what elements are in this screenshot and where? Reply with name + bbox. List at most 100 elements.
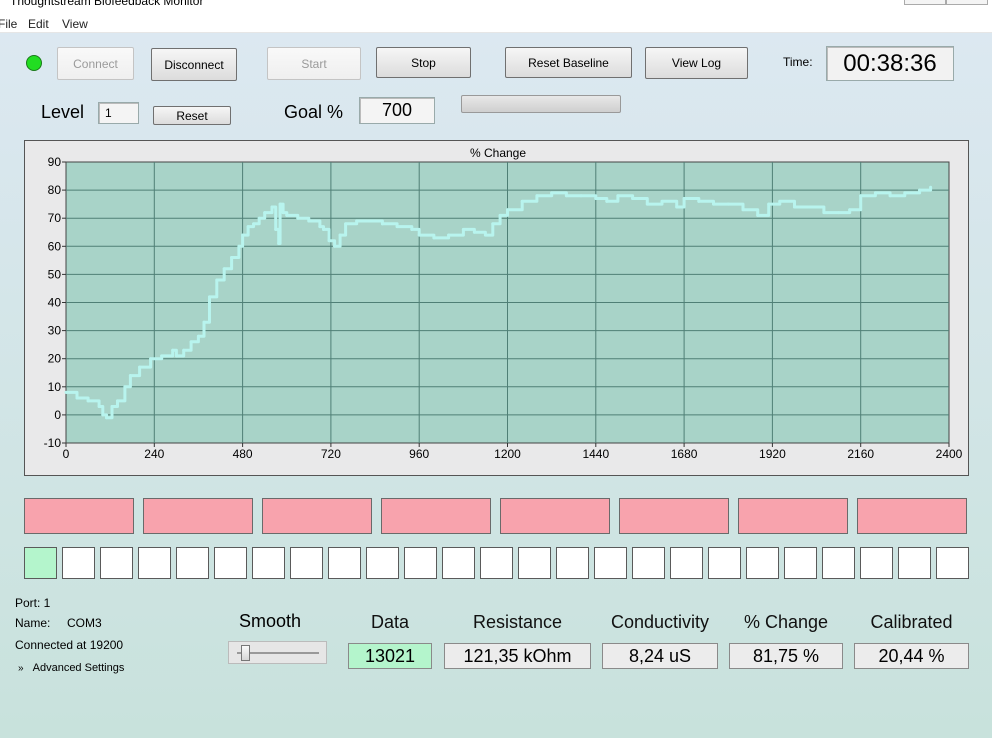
zone-indicator [738, 498, 848, 534]
data-point [822, 211, 826, 215]
data-point [605, 199, 609, 203]
progress-cell [746, 547, 779, 579]
zone-indicator [143, 498, 253, 534]
data-point [366, 219, 370, 223]
data-point [296, 216, 300, 220]
data-point [274, 227, 278, 231]
x-tick-label: 480 [233, 447, 253, 461]
zone-indicator [857, 498, 967, 534]
slider-thumb[interactable] [240, 645, 250, 661]
data-point [160, 354, 164, 358]
data-point [263, 211, 267, 215]
menu-file[interactable]: File [0, 17, 17, 31]
data-point [241, 233, 245, 237]
data-point [792, 205, 796, 209]
progress-cell [328, 547, 361, 579]
data-point [278, 202, 282, 206]
y-tick-label: -10 [44, 436, 62, 450]
data-point [491, 222, 495, 226]
data-point [873, 191, 877, 195]
minimize-button[interactable] [904, 0, 946, 5]
resistance-value: 121,35 kOhm [444, 643, 591, 669]
start-button[interactable]: Start [267, 47, 361, 80]
goal-progress-bar [461, 95, 621, 113]
title-bar: Thoughtstream Biofeedback Monitor [0, 0, 992, 14]
x-tick-label: 1680 [671, 447, 698, 461]
percent-change-label: % Change [743, 612, 829, 632]
data-point [174, 354, 178, 358]
progress-cell [632, 547, 665, 579]
data-point [535, 194, 539, 198]
data-point [848, 208, 852, 212]
zone-indicator [262, 498, 372, 534]
smooth-slider[interactable] [228, 641, 327, 664]
y-tick-label: 90 [48, 155, 62, 169]
data-point [285, 213, 289, 217]
progress-cell [442, 547, 475, 579]
data-point [594, 197, 598, 201]
progress-cell [214, 547, 247, 579]
level-reset-button[interactable]: Reset [153, 106, 231, 125]
data-point [380, 222, 384, 226]
level-label: Level [41, 102, 85, 122]
level-input[interactable]: 1 [98, 102, 139, 124]
stop-button[interactable]: Stop [376, 47, 471, 78]
time-label: Time: [783, 55, 813, 69]
menu-edit[interactable]: Edit [28, 17, 49, 31]
x-axis: 0 240 480 720 960 1200 1440 1680 1920 2160 2400 [63, 443, 963, 461]
data-point [101, 413, 105, 417]
y-axis: 90 80 70 60 50 40 30 20 10 0 -10 [44, 155, 66, 450]
x-tick-label: 720 [321, 447, 341, 461]
progress-cell [366, 547, 399, 579]
port-label: Port: 1 [15, 596, 51, 610]
progress-cell [24, 547, 57, 579]
data-point [138, 365, 142, 369]
data-point [252, 222, 256, 226]
data-point [75, 396, 79, 400]
progress-cell [176, 547, 209, 579]
data-point [222, 267, 226, 271]
data-point [432, 236, 436, 240]
advanced-settings-toggle[interactable]: » Advanced Settings [18, 662, 124, 674]
connect-button[interactable]: Connect [57, 47, 134, 80]
data-point [807, 205, 811, 209]
data-point [767, 202, 771, 206]
data-value: 13021 [348, 643, 432, 669]
double-chevron-down-icon: » [18, 663, 24, 674]
progress-cell [138, 547, 171, 579]
goal-input[interactable]: 700 [359, 97, 435, 124]
data-point [712, 202, 716, 206]
data-point [110, 404, 114, 408]
close-button[interactable] [946, 0, 988, 5]
data-point [333, 244, 337, 248]
data-point [230, 256, 234, 260]
view-log-button[interactable]: View Log [645, 47, 748, 79]
menu-view[interactable]: View [62, 17, 88, 31]
port-name-value: COM3 [67, 616, 102, 630]
percent-change-chart: % Change 0 240 480 720 960 1200 1440 1680 1920 21… [44, 146, 963, 461]
y-tick-label: 40 [48, 296, 62, 310]
window-title: Thoughtstream Biofeedback Monitor [10, 0, 204, 8]
reset-baseline-button[interactable]: Reset Baseline [505, 47, 632, 78]
disconnect-button[interactable]: Disconnect [151, 48, 237, 81]
data-point [338, 233, 342, 237]
conductivity-label: Conductivity [610, 612, 710, 632]
y-tick-label: 10 [48, 380, 62, 394]
zone-indicator [24, 498, 134, 534]
data-point [116, 399, 120, 403]
data-point [859, 194, 863, 198]
data-point [149, 357, 153, 361]
conductivity-value: 8,24 uS [602, 643, 718, 669]
progress-cell [860, 547, 893, 579]
data-point [726, 202, 730, 206]
name-label: Name: [15, 616, 51, 630]
data-point [697, 199, 701, 203]
y-tick-label: 20 [48, 352, 62, 366]
progress-cell [594, 547, 627, 579]
connection-status-led-icon [26, 55, 42, 71]
calibrated-label: Calibrated [870, 612, 953, 632]
y-tick-label: 80 [48, 183, 62, 197]
data-point [550, 191, 554, 195]
data-point [207, 295, 211, 299]
zone-indicator [619, 498, 729, 534]
